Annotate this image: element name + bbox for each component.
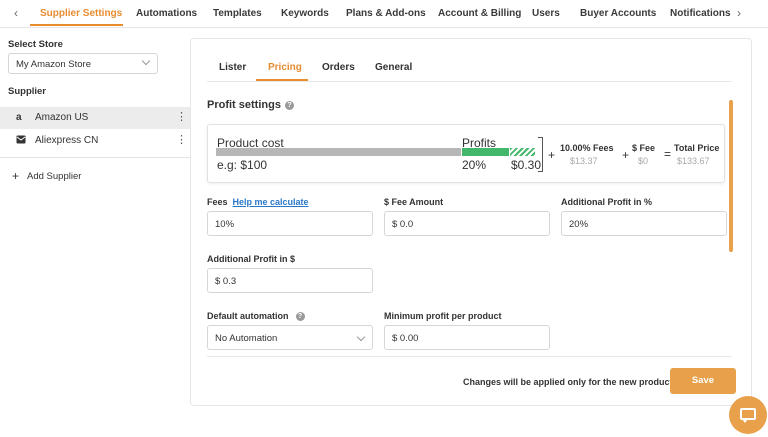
tab-users[interactable]: Users xyxy=(532,8,560,19)
fees-value: $13.37 xyxy=(570,156,598,166)
bracket-icon xyxy=(538,137,543,172)
save-button[interactable]: Save xyxy=(670,368,736,394)
product-cost-bar xyxy=(216,148,461,156)
chevron-down-icon xyxy=(356,332,366,342)
profit-dollar-value: $0.30 xyxy=(511,158,542,172)
tab-automations[interactable]: Automations xyxy=(136,8,197,19)
tab-buyer-accounts[interactable]: Buyer Accounts xyxy=(580,8,656,19)
additional-profit-percent-input[interactable]: 20% xyxy=(561,211,727,236)
supplier-label: Supplier xyxy=(8,86,47,97)
active-subtab-indicator xyxy=(256,79,308,81)
more-options-icon[interactable]: ⋮ xyxy=(176,111,187,123)
chevron-right-icon[interactable]: › xyxy=(737,6,741,20)
select-store-label: Select Store xyxy=(8,39,63,50)
fee-amount-label: $ Fee Amount xyxy=(384,197,444,207)
additional-profit-dollar-value: $ 0.3 xyxy=(215,276,237,287)
profit-dollar-bar xyxy=(510,148,535,156)
additional-profit-dollar-label: Additional Profit in $ xyxy=(207,254,295,264)
total-price-label: Total Price xyxy=(674,143,720,153)
profit-percent-value: 20% xyxy=(462,158,487,172)
chat-icon-tail xyxy=(742,419,748,423)
supplier-name: Amazon US xyxy=(35,112,89,123)
default-automation-value: No Automation xyxy=(215,333,278,344)
profit-percent-bar xyxy=(462,148,509,156)
tab-supplier-settings[interactable]: Supplier Settings xyxy=(40,8,122,19)
tab-account-billing[interactable]: Account & Billing xyxy=(438,8,521,19)
subtab-orders[interactable]: Orders xyxy=(322,62,355,73)
active-tab-indicator xyxy=(30,24,123,26)
additional-profit-percent-label: Additional Profit in % xyxy=(561,197,652,207)
fees-input-value: 10% xyxy=(215,219,235,230)
mail-icon xyxy=(16,135,26,147)
supplier-item-aliexpress-cn[interactable]: Aliexpress CN ⋮ xyxy=(0,130,190,152)
add-supplier-label: Add Supplier xyxy=(27,171,82,182)
help-icon[interactable]: ? xyxy=(295,312,305,321)
tab-templates[interactable]: Templates xyxy=(213,8,262,19)
store-select[interactable]: My Amazon Store xyxy=(8,53,158,74)
fees-input[interactable]: 10% xyxy=(207,211,373,236)
equals-operator: = xyxy=(664,147,672,161)
subtab-pricing[interactable]: Pricing xyxy=(268,62,302,73)
subtab-divider xyxy=(207,81,732,82)
profit-settings-title: Profit settings? xyxy=(207,99,294,111)
fee-label: $ Fee xyxy=(632,143,656,153)
default-automation-label: Default automation? xyxy=(207,311,305,322)
help-me-calculate-link[interactable]: Help me calculate xyxy=(233,197,309,207)
plus-icon: + xyxy=(12,169,20,183)
help-icon[interactable]: ? xyxy=(284,101,294,110)
store-select-value: My Amazon Store xyxy=(16,59,91,70)
fees-label: 10.00% Fees xyxy=(560,143,614,153)
fee-amount-value: $ 0.0 xyxy=(392,219,414,230)
additional-profit-dollar-input[interactable]: $ 0.3 xyxy=(207,268,373,293)
tab-notifications[interactable]: Notifications xyxy=(670,8,731,19)
plus-operator: + xyxy=(548,148,556,162)
additional-profit-percent-value: 20% xyxy=(569,219,589,230)
top-nav: ‹ Supplier Settings Automations Template… xyxy=(0,0,768,28)
subtab-lister[interactable]: Lister xyxy=(219,62,246,73)
chevron-left-icon[interactable]: ‹ xyxy=(14,6,18,20)
fee-amount-input[interactable]: $ 0.0 xyxy=(384,211,550,236)
scrollbar[interactable] xyxy=(729,100,733,252)
default-automation-label-text: Default automation xyxy=(207,311,289,321)
amazon-icon: a xyxy=(16,112,22,123)
add-supplier-button[interactable]: + Add Supplier xyxy=(12,168,82,183)
more-options-icon[interactable]: ⋮ xyxy=(176,134,187,146)
sidebar-divider xyxy=(0,157,190,158)
chat-button[interactable] xyxy=(729,396,767,434)
plus-operator: + xyxy=(622,148,630,162)
changes-note: Changes will be applied only for the new… xyxy=(463,377,678,387)
supplier-item-amazon-us[interactable]: a Amazon US ⋮ xyxy=(0,107,190,129)
minimum-profit-value: $ 0.00 xyxy=(392,333,419,344)
minimum-profit-input[interactable]: $ 0.00 xyxy=(384,325,550,350)
fee-value: $0 xyxy=(638,156,649,166)
profit-settings-label: Profit settings xyxy=(207,99,281,111)
product-cost-hint: e.g: $100 xyxy=(217,158,268,172)
tab-plans-addons[interactable]: Plans & Add-ons xyxy=(346,8,426,19)
chevron-down-icon xyxy=(141,56,151,66)
fees-field-label: Fees Help me calculate xyxy=(207,197,309,207)
default-automation-select[interactable]: No Automation xyxy=(207,325,373,350)
minimum-profit-label: Minimum profit per product xyxy=(384,311,502,321)
form-divider xyxy=(207,356,732,357)
subtab-general[interactable]: General xyxy=(375,62,412,73)
tab-keywords[interactable]: Keywords xyxy=(281,8,329,19)
supplier-name: Aliexpress CN xyxy=(35,135,99,146)
fees-field-label-text: Fees xyxy=(207,197,228,207)
total-price-value: $133.67 xyxy=(677,156,710,166)
